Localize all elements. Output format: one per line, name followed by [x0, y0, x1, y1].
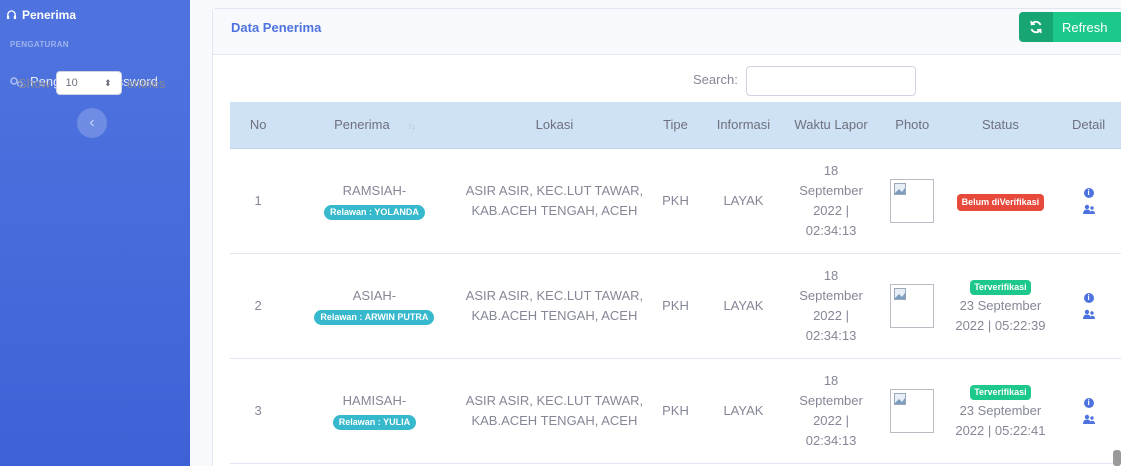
- recipient-name: RAMSIAH-: [342, 182, 407, 198]
- cell-informasi: LAYAK: [704, 253, 783, 359]
- cell-waktu-lapor: 18 September 2022 | 02:34:13: [782, 253, 880, 359]
- status-badge: Terverifikasi: [970, 279, 1031, 295]
- entries-value: 10: [65, 77, 78, 89]
- recipient-name: ASIAH-: [352, 287, 397, 303]
- cell-no: 3: [230, 358, 287, 464]
- photo-thumbnail[interactable]: [890, 178, 935, 223]
- column-header-waktu-lapor[interactable]: Waktu Lapor: [782, 102, 880, 149]
- users-icon[interactable]: [1082, 414, 1095, 424]
- sort-icon: ↑↓: [407, 121, 416, 132]
- column-header-penerima[interactable]: Penerima ↑↓: [286, 102, 463, 149]
- card-title: Data Penerima: [231, 20, 322, 35]
- cell-tipe: PKH: [646, 358, 705, 464]
- info-circle-icon[interactable]: i: [1083, 187, 1094, 198]
- verification-time: 23 September 2022 | 05:22:41: [955, 402, 1046, 438]
- chevron-left-icon: ‹: [89, 114, 95, 131]
- sync-icon: [1019, 12, 1053, 42]
- cell-detail: i: [1056, 253, 1121, 359]
- sidebar-item-label: Penerima: [22, 8, 77, 22]
- show-label: Show: [18, 75, 51, 91]
- table-row: 3 HAMISAH- Relawan : YULIA ASIR ASIR, KE…: [230, 358, 1121, 464]
- select-arrows-icon: ⬍: [103, 77, 112, 88]
- verification-time: 23 September 2022 | 05:22:39: [955, 297, 1046, 333]
- column-header-status[interactable]: Status: [944, 102, 1057, 149]
- status-badge: Belum diVerifikasi: [956, 193, 1045, 211]
- cell-waktu-lapor: 18 September 2022 | 02:34:13: [782, 358, 880, 464]
- scrollbar-thumb[interactable]: [1113, 450, 1121, 466]
- column-header-no[interactable]: No: [230, 102, 287, 149]
- cell-lokasi: ASIR ASIR, KEC.LUT TAWAR, KAB.ACEH TENGA…: [462, 358, 647, 464]
- users-icon[interactable]: [1082, 204, 1095, 214]
- refresh-button[interactable]: Refresh: [1019, 12, 1121, 42]
- search-input[interactable]: [746, 66, 916, 96]
- cell-no: 2: [230, 253, 287, 359]
- data-table: No Penerima ↑↓ Lokasi Tipe Informasi Wakt…: [230, 102, 1121, 464]
- search-label: Search:: [693, 72, 738, 87]
- column-header-lokasi[interactable]: Lokasi: [462, 102, 647, 149]
- cell-penerima: ASIAH- Relawan : ARWIN PUTRA: [286, 253, 463, 359]
- cell-lokasi: ASIR ASIR, KEC.LUT TAWAR, KAB.ACEH TENGA…: [462, 253, 647, 359]
- entries-select[interactable]: 10 ⬍: [55, 71, 122, 95]
- column-header-label: Penerima: [334, 117, 390, 133]
- info-circle-icon[interactable]: i: [1083, 292, 1094, 303]
- broken-image-icon: [894, 392, 907, 405]
- sidebar-section-heading: PENGATURAN: [10, 40, 69, 49]
- entries-length-control: Show 10 ⬍ entries: [18, 71, 166, 95]
- broken-image-icon: [894, 182, 907, 195]
- cell-status: Belum diVerifikasi: [944, 148, 1057, 254]
- cell-informasi: LAYAK: [704, 358, 783, 464]
- sidebar: Penerima PENGATURAN Pengaturan Password …: [0, 0, 190, 466]
- column-header-informasi[interactable]: Informasi: [704, 102, 783, 149]
- cell-photo: [879, 253, 945, 359]
- info-circle-icon[interactable]: i: [1083, 397, 1094, 408]
- cell-no: 1: [230, 148, 287, 254]
- table-row: 1 RAMSIAH- Relawan : YOLANDA ASIR ASIR, …: [230, 148, 1121, 254]
- table-row: 2 ASIAH- Relawan : ARWIN PUTRA ASIR ASIR…: [230, 253, 1121, 359]
- relawan-badge: Relawan : ARWIN PUTRA: [314, 309, 435, 325]
- cell-penerima: RAMSIAH- Relawan : YOLANDA: [286, 148, 463, 254]
- relawan-badge: Relawan : YOLANDA: [323, 204, 425, 220]
- sidebar-item-penerima[interactable]: Penerima: [0, 8, 76, 22]
- cell-status: Terverifikasi 23 September 2022 | 05:22:…: [944, 358, 1057, 464]
- card-header: Data Penerima Refresh: [213, 9, 1121, 55]
- cell-photo: [879, 148, 945, 254]
- entries-label: entries: [126, 75, 166, 91]
- column-header-photo[interactable]: Photo: [879, 102, 945, 149]
- cell-photo: [879, 358, 945, 464]
- broken-image-icon: [894, 287, 907, 300]
- cell-tipe: PKH: [646, 148, 705, 254]
- sidebar-toggle-button[interactable]: ‹: [77, 108, 107, 138]
- relawan-badge: Relawan : YULIA: [332, 414, 417, 430]
- recipient-name: HAMISAH-: [342, 392, 407, 408]
- photo-thumbnail[interactable]: [890, 388, 935, 433]
- table-header-row: No Penerima ↑↓ Lokasi Tipe Informasi Wakt…: [230, 102, 1121, 149]
- cell-tipe: PKH: [646, 253, 705, 359]
- cell-penerima: HAMISAH- Relawan : YULIA: [286, 358, 463, 464]
- users-icon[interactable]: [1082, 309, 1095, 319]
- cell-detail: i: [1056, 148, 1121, 254]
- column-header-tipe[interactable]: Tipe: [646, 102, 705, 149]
- cell-informasi: LAYAK: [704, 148, 783, 254]
- cell-lokasi: ASIR ASIR, KEC.LUT TAWAR, KAB.ACEH TENGA…: [462, 148, 647, 254]
- status-badge: Terverifikasi: [970, 384, 1031, 400]
- cell-waktu-lapor: 18 September 2022 | 02:34:13: [782, 148, 880, 254]
- refresh-label: Refresh: [1053, 12, 1121, 42]
- photo-thumbnail[interactable]: [890, 283, 935, 328]
- column-header-detail[interactable]: Detail: [1056, 102, 1121, 149]
- headset-icon: [6, 9, 17, 19]
- cell-detail: i: [1056, 358, 1121, 464]
- cell-status: Terverifikasi 23 September 2022 | 05:22:…: [944, 253, 1057, 359]
